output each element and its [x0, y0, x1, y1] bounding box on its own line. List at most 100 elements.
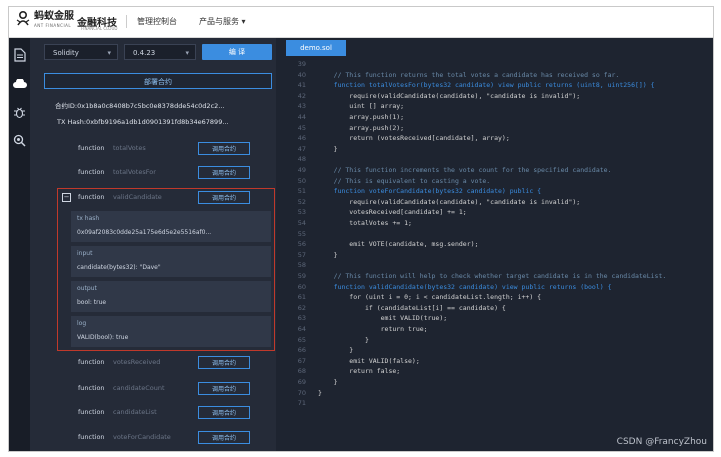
- code-line: function validCandidate(bytes32 candidat…: [318, 282, 612, 291]
- code-line: return true;: [318, 325, 428, 333]
- deploy-contract-button[interactable]: 部署合约: [44, 73, 272, 89]
- line-number: 66: [297, 346, 306, 355]
- line-number: 70: [297, 388, 306, 397]
- bug-icon[interactable]: [12, 106, 27, 121]
- call-contract-button[interactable]: 调用合约: [198, 142, 250, 155]
- function-keyword: function: [78, 433, 105, 441]
- call-contract-button[interactable]: 调用合约: [198, 166, 250, 179]
- call-contract-button[interactable]: 调用合约: [198, 406, 250, 419]
- top-navigation-bar: 蚂蚁金服 ANT FINANCIAL 金融科技 FINANCIAL CLOUD …: [9, 7, 713, 38]
- code-line: votesReceived[candidate] += 1;: [318, 208, 467, 217]
- collapse-icon[interactable]: −: [62, 193, 71, 202]
- line-number: 52: [297, 197, 306, 206]
- line-number: 61: [297, 293, 306, 302]
- function-keyword: function: [78, 384, 105, 392]
- line-number: 54: [297, 219, 306, 227]
- function-row-totalvotes: function totalVotes 调用合约: [78, 142, 278, 156]
- line-number: 48: [297, 155, 306, 164]
- code-line: totalVotes += 1;: [318, 219, 412, 227]
- line-number: 45: [297, 123, 306, 132]
- code-line: emit VOTE(candidate, msg.sender);: [318, 240, 479, 249]
- call-contract-button[interactable]: 调用合约: [198, 356, 250, 369]
- code-line: }: [318, 346, 354, 355]
- output-key: input: [77, 250, 93, 257]
- function-keyword: function: [78, 168, 105, 176]
- language-select[interactable]: Solidity ▾: [44, 44, 118, 60]
- brand-subtitle: ANT FINANCIAL: [34, 22, 72, 28]
- output-log: log VALID(bool): true: [71, 316, 271, 347]
- function-row-voteforcandidate: function voteForCandidate 调用合约: [78, 431, 278, 445]
- line-number: 69: [297, 378, 306, 386]
- line-number: 67: [297, 356, 306, 365]
- function-name: validCandidate: [113, 193, 162, 201]
- function-name: candidateList: [113, 408, 157, 416]
- call-contract-button[interactable]: 调用合约: [198, 431, 250, 444]
- output-tx-hash: tx hash 0x09af2083c0dde25a175e6d5e2e5516…: [71, 211, 271, 242]
- code-editor[interactable]: 39 40 // This function returns the total …: [276, 56, 713, 451]
- output-key: output: [77, 285, 97, 292]
- function-name: voteForCandidate: [113, 433, 171, 441]
- line-number: 63: [297, 314, 306, 323]
- call-contract-button[interactable]: 调用合约: [198, 191, 250, 204]
- search-icon[interactable]: [12, 134, 27, 149]
- deploy-panel: Solidity ▾ 0.4.23 ▾ 编 译 部署合约 合约ID:0x1b8a…: [30, 38, 276, 451]
- output-value: VALID(bool): true: [77, 334, 129, 341]
- function-row-votesreceived: function votesReceived 调用合约: [78, 356, 278, 370]
- file-icon[interactable]: [12, 48, 27, 63]
- code-line: for (uint i = 0; i < candidateList.lengt…: [318, 293, 542, 302]
- function-row-candidatecount: function candidateCount 调用合约: [78, 382, 278, 396]
- code-line: }: [318, 388, 322, 397]
- app-window: 蚂蚁金服 ANT FINANCIAL 金融科技 FINANCIAL CLOUD …: [8, 6, 714, 452]
- code-line: return false;: [318, 367, 401, 376]
- line-number: 57: [297, 250, 306, 259]
- code-line: // This is equivalent to casting a vote.: [318, 176, 491, 185]
- output-input: input candidate(bytes32): "Dave": [71, 246, 271, 277]
- line-number: 65: [297, 335, 306, 344]
- watermark: CSDN @FrancyZhou: [616, 437, 707, 447]
- editor-tab-bar: demo.sol: [276, 38, 713, 56]
- code-line: function voteForCandidate(bytes32 candid…: [318, 187, 542, 196]
- code-line: function totalVotesFor(bytes32 candidate…: [318, 81, 655, 90]
- deploy-tx-hash: TX Hash:0xbfb9196a1db1d0901391fd8b34e678…: [57, 118, 229, 126]
- code-line: array.push(1);: [318, 113, 405, 121]
- line-number: 58: [297, 261, 306, 270]
- output-key: tx hash: [77, 215, 100, 222]
- brand-logo[interactable]: 蚂蚁金服 ANT FINANCIAL: [15, 10, 74, 28]
- tab-demo-sol[interactable]: demo.sol: [286, 40, 346, 56]
- line-number: 44: [297, 113, 306, 121]
- compiler-version-select[interactable]: 0.4.23 ▾: [124, 44, 196, 60]
- cloud-icon[interactable]: [12, 78, 27, 93]
- nav-divider: [126, 15, 127, 28]
- code-line: uint [] array;: [318, 102, 405, 111]
- product-subtitle: FINANCIAL CLOUD: [81, 26, 118, 31]
- chevron-down-icon: ▾: [185, 49, 189, 57]
- nav-products-services[interactable]: 产品与服务 ▾: [199, 16, 246, 27]
- code-line: if (candidateList[i] == candidate) {: [318, 303, 506, 312]
- code-line: require(validCandidate(candidate), "cand…: [318, 91, 581, 100]
- language-value: Solidity: [53, 49, 79, 57]
- output-value: bool: true: [77, 299, 107, 306]
- function-name: totalVotes: [113, 144, 146, 152]
- code-line: require(validCandidate(candidate), "cand…: [318, 197, 581, 206]
- function-name: totalVotesFor: [113, 168, 156, 176]
- code-line: }: [318, 250, 338, 259]
- line-number: 71: [297, 399, 306, 408]
- output-value: candidate(bytes32): "Dave": [77, 264, 161, 271]
- nav-console[interactable]: 管理控制台: [137, 16, 177, 27]
- brand-name: 蚂蚁金服: [34, 10, 74, 22]
- code-line: return (votesReceived[candidate], array)…: [318, 134, 510, 143]
- line-number: 64: [297, 325, 306, 333]
- line-number: 47: [297, 144, 306, 153]
- code-line: emit VALID(false);: [318, 356, 420, 365]
- line-number: 53: [297, 208, 306, 217]
- call-contract-button[interactable]: 调用合约: [198, 382, 250, 395]
- line-number: 50: [297, 176, 306, 185]
- code-line: }: [318, 378, 338, 386]
- compile-button[interactable]: 编 译: [202, 44, 272, 60]
- chevron-down-icon: ▾: [107, 49, 111, 57]
- function-keyword: function: [78, 144, 105, 152]
- output-result: output bool: true: [71, 281, 271, 312]
- function-panel-validcandidate: − function validCandidate 调用合约 tx hash 0…: [57, 188, 275, 351]
- compiler-version-value: 0.4.23: [133, 49, 156, 57]
- code-line: array.push(2);: [318, 123, 405, 132]
